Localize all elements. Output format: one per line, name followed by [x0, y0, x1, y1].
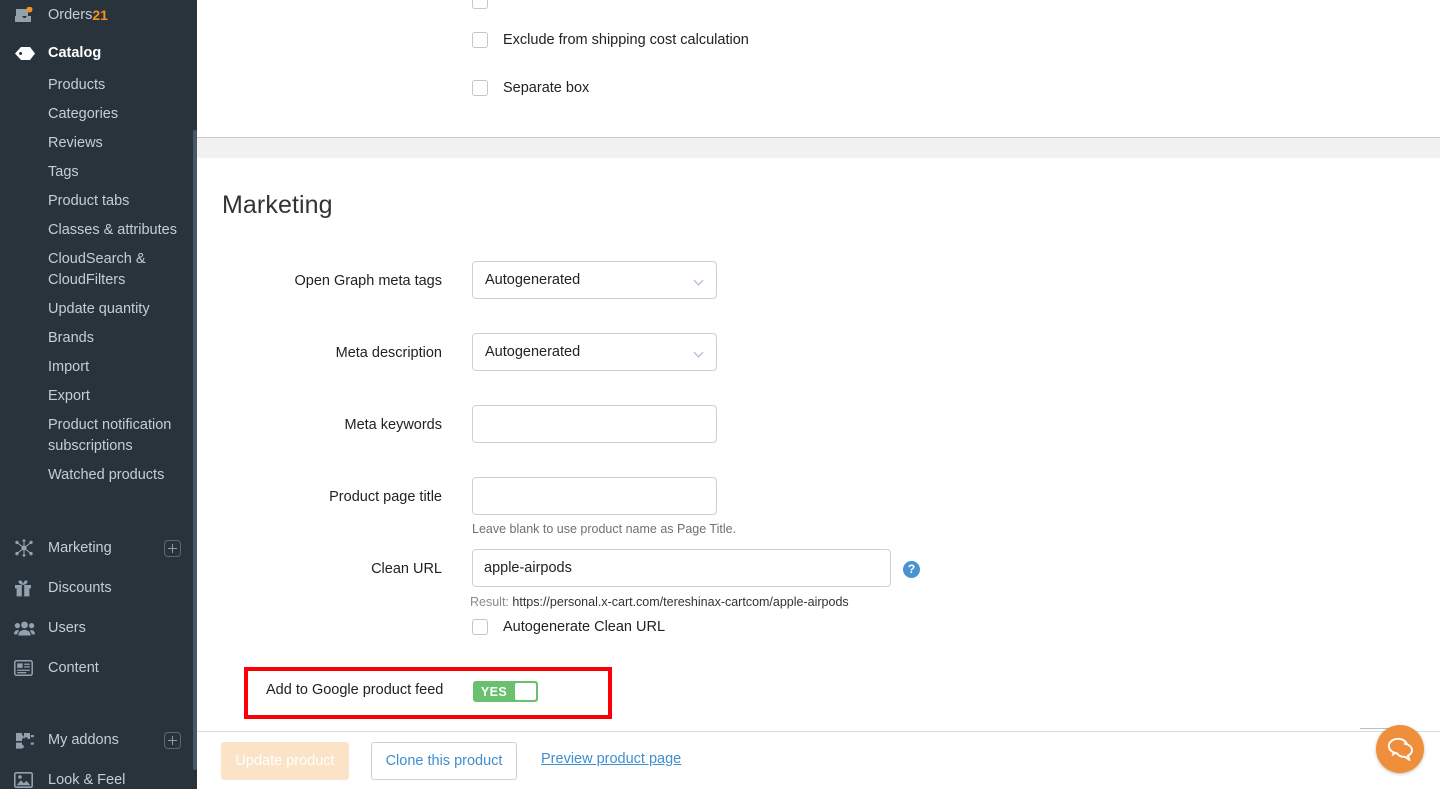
image-icon — [14, 771, 36, 789]
checkbox-exclude-shipping-label[interactable]: Exclude from shipping cost calculation — [503, 32, 749, 48]
form-action-bar: Update product Clone this product Previe… — [197, 731, 1440, 789]
chevron-down-icon — [695, 277, 704, 286]
sidebar-item-label: Users — [48, 620, 86, 636]
checkbox-shipping-partial[interactable] — [472, 0, 488, 9]
plus-icon[interactable] — [164, 539, 181, 557]
content-page-icon — [14, 659, 36, 677]
update-product-button[interactable]: Update product — [221, 742, 349, 780]
checkbox-autogenerate-clean-url[interactable] — [472, 619, 488, 635]
clean-url-label: Clean URL — [371, 561, 442, 577]
puzzle-icon — [14, 731, 36, 749]
sidebar-item-catalog-label: Catalog — [48, 45, 102, 61]
checkbox-separate-box[interactable] — [472, 80, 488, 96]
chevron-down-icon — [695, 349, 704, 358]
tag-icon — [14, 44, 36, 62]
help-question-icon[interactable]: ? — [903, 561, 920, 578]
sidebar-group-2: My addons Look & Feel — [0, 720, 197, 789]
sidebar-item-label: Look & Feel — [48, 772, 126, 788]
live-chat-button[interactable] — [1376, 725, 1424, 773]
sidebar-item-marketing[interactable]: Marketing — [0, 528, 197, 568]
sidebar-item-export[interactable]: Export — [0, 382, 197, 411]
sidebar-item-cloudsearch-cloudfilters[interactable]: CloudSearch & CloudFilters — [0, 245, 197, 295]
checkbox-exclude-shipping[interactable] — [472, 32, 488, 48]
gift-icon — [14, 579, 36, 597]
marketing-nodes-icon — [14, 539, 36, 557]
sidebar-item-brands[interactable]: Brands — [0, 324, 197, 353]
open-graph-select[interactable]: Autogenerated — [472, 261, 717, 299]
checkbox-row-shipping-partial — [472, 0, 488, 9]
checkbox-autogenerate-clean-url-label[interactable]: Autogenerate Clean URL — [503, 619, 665, 635]
sidebar-item-discounts[interactable]: Discounts — [0, 568, 197, 608]
sidebar-item-reviews[interactable]: Reviews — [0, 129, 197, 158]
sidebar-item-label: My addons — [48, 732, 119, 748]
meta-keywords-label: Meta keywords — [344, 417, 442, 433]
sidebar-item-orders-label: Orders — [48, 7, 93, 23]
open-graph-select-value: Autogenerated — [485, 272, 581, 288]
meta-description-select-value: Autogenerated — [485, 344, 581, 360]
field-row-open-graph: Open Graph meta tags Autogenerated — [197, 261, 1440, 301]
clone-product-button[interactable]: Clone this product — [371, 742, 517, 780]
page-title: Marketing — [222, 191, 333, 219]
clean-url-result-key: Result: — [470, 595, 509, 609]
open-graph-label: Open Graph meta tags — [294, 273, 443, 289]
orders-inbox-icon — [14, 6, 36, 24]
google-feed-toggle-text: YES — [480, 684, 508, 699]
sidebar-item-users[interactable]: Users — [0, 608, 197, 648]
sidebar-item-update-quantity[interactable]: Update quantity — [0, 295, 197, 324]
sidebar-item-look-feel[interactable]: Look & Feel — [0, 760, 197, 789]
sidebar-item-label: Discounts — [48, 580, 112, 596]
sidebar-item-label: Marketing — [48, 540, 112, 556]
sidebar-item-catalog[interactable]: Catalog — [0, 38, 101, 68]
clean-url-result: Result: https://personal.x-cart.com/tere… — [470, 595, 849, 609]
sidebar-item-watched-products[interactable]: Watched products — [0, 461, 197, 490]
google-feed-toggle[interactable]: YES — [473, 681, 538, 702]
field-row-clean-url: Clean URL ? — [197, 549, 1440, 589]
checkbox-row-separate-box: Separate box — [472, 80, 589, 96]
sidebar-item-tags[interactable]: Tags — [0, 158, 197, 187]
toggle-knob — [515, 683, 536, 700]
plus-icon[interactable] — [164, 731, 181, 749]
field-row-meta-keywords: Meta keywords — [197, 405, 1440, 445]
preview-product-page-link[interactable]: Preview product page — [541, 751, 681, 767]
product-page-title-input[interactable] — [472, 477, 717, 515]
marketing-panel: Marketing Open Graph meta tags Autogener… — [197, 158, 1440, 731]
sidebar-item-categories[interactable]: Categories — [0, 100, 197, 129]
sidebar-item-import[interactable]: Import — [0, 353, 197, 382]
sidebar-item-content[interactable]: Content — [0, 648, 197, 688]
sidebar-item-products[interactable]: Products — [0, 71, 197, 100]
checkbox-row-autogenerate-clean-url: Autogenerate Clean URL — [472, 619, 665, 635]
sidebar-item-orders[interactable]: Orders 21 — [0, 0, 126, 30]
clean-url-input[interactable] — [472, 549, 891, 587]
product-page-title-label: Product page title — [329, 489, 442, 505]
sidebar-item-label: Content — [48, 660, 99, 676]
sidebar-item-classes-attributes[interactable]: Classes & attributes — [0, 216, 197, 245]
sidebar-group-1: Marketing Discounts Users Content — [0, 528, 197, 688]
sidebar-item-product-notification-subscriptions[interactable]: Product notification subscriptions — [0, 411, 197, 461]
sidebar-item-my-addons[interactable]: My addons — [0, 720, 197, 760]
sidebar-catalog-submenu: Products Categories Reviews Tags Product tab… — [0, 71, 197, 490]
meta-keywords-input[interactable] — [472, 405, 717, 443]
checkbox-row-exclude-shipping: Exclude from shipping cost calculation — [472, 32, 749, 48]
orders-count-badge: 21 — [92, 7, 108, 23]
field-row-meta-description: Meta description Autogenerated — [197, 333, 1440, 373]
field-row-product-page-title: Product page title — [197, 477, 1440, 517]
product-page-title-hint: Leave blank to use product name as Page … — [472, 522, 737, 536]
shipping-panel: Exclude from shipping cost calculation S… — [197, 0, 1440, 138]
sidebar: Orders 21 Catalog Products Categories Revi… — [0, 0, 197, 789]
chat-bubbles-icon — [1387, 737, 1413, 761]
google-feed-label: Add to Google product feed — [266, 682, 444, 698]
meta-description-select[interactable]: Autogenerated — [472, 333, 717, 371]
sidebar-item-product-tabs[interactable]: Product tabs — [0, 187, 197, 216]
checkbox-separate-box-label[interactable]: Separate box — [503, 80, 589, 96]
users-icon — [14, 619, 36, 637]
meta-description-label: Meta description — [335, 345, 442, 361]
clean-url-result-value: https://personal.x-cart.com/tereshinax-c… — [512, 595, 849, 609]
